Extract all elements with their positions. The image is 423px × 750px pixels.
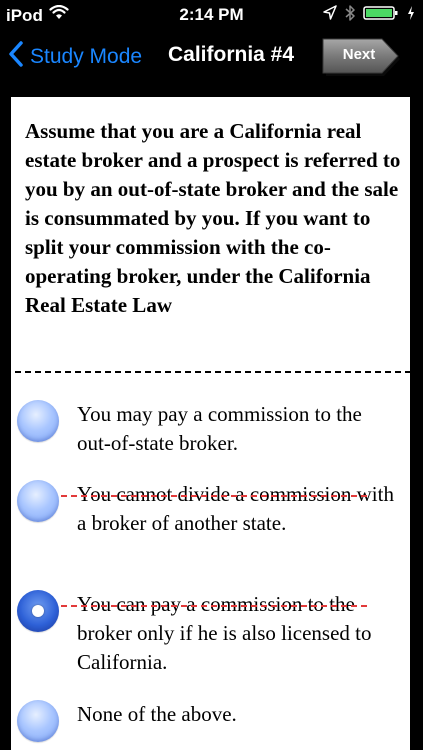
answer-text: You can pay a commission to the broker o…	[77, 592, 372, 674]
question-text: Assume that you are a California real es…	[25, 119, 401, 317]
location-icon	[323, 5, 337, 26]
answer-option-4[interactable]: None of the above.	[11, 700, 410, 750]
back-label: Study Mode	[30, 45, 143, 68]
charging-icon	[407, 5, 415, 26]
answer-option-1[interactable]: You may pay a commission to the out-of-s…	[11, 400, 410, 460]
next-label: Next	[342, 46, 376, 63]
radio-button-selected[interactable]	[17, 590, 59, 632]
question-divider	[15, 371, 410, 373]
answer-text: You cannot divide a commission with a br…	[77, 482, 394, 535]
radio-selected-dot	[32, 605, 44, 617]
chevron-left-icon	[8, 41, 24, 73]
battery-icon	[363, 5, 399, 26]
radio-button[interactable]	[17, 700, 59, 742]
bluetooth-icon	[345, 4, 355, 27]
status-right	[323, 4, 415, 27]
question-card: Assume that you are a California real es…	[11, 97, 410, 750]
answer-option-3[interactable]: You can pay a commission to the broker o…	[11, 590, 410, 680]
answer-text: You may pay a commission to the out-of-s…	[77, 402, 362, 455]
radio-button[interactable]	[17, 480, 59, 522]
nav-bar: Study Mode California #4 Next	[0, 30, 423, 90]
answer-option-2[interactable]: You cannot divide a commission with a br…	[11, 480, 410, 570]
next-button[interactable]: Next	[322, 38, 402, 76]
eliminated-strike-line	[61, 495, 367, 497]
eliminated-strike-line	[61, 605, 367, 607]
back-button[interactable]: Study Mode	[8, 40, 142, 74]
status-bar: iPod 2:14 PM	[0, 0, 423, 30]
radio-button[interactable]	[17, 400, 59, 442]
answer-text: None of the above.	[77, 702, 237, 726]
page-title: California #4	[168, 43, 295, 66]
